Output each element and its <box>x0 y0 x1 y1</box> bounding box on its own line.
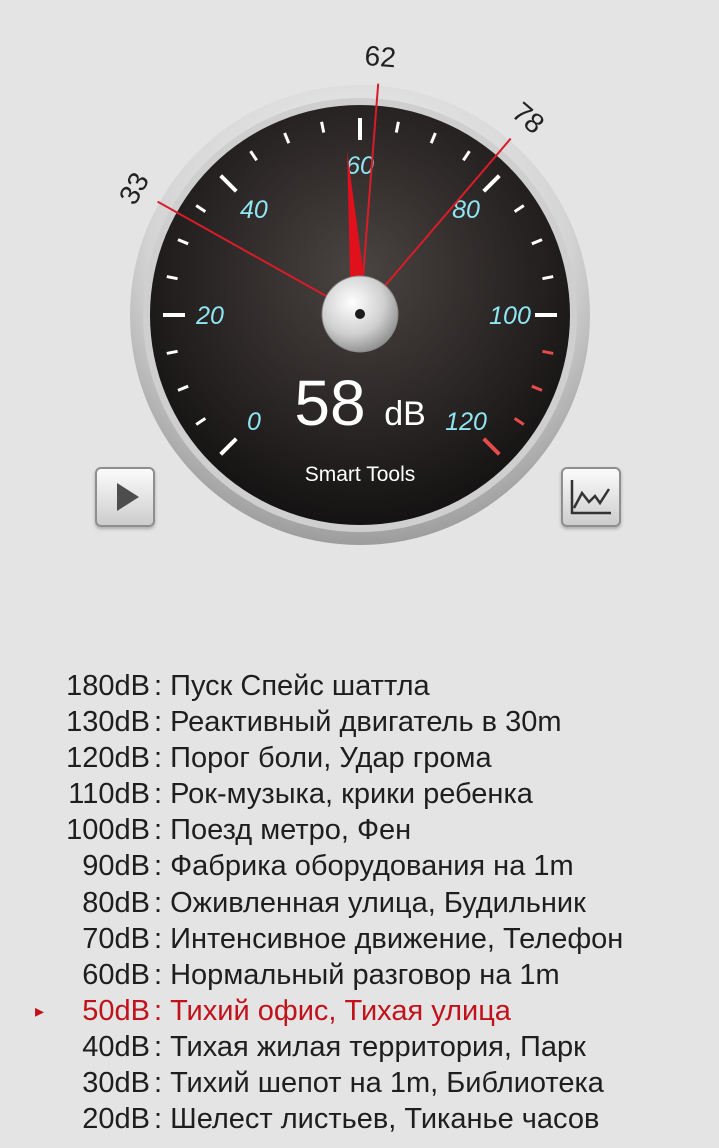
reference-description: : Тихая жилая территория, Парк <box>154 1030 586 1063</box>
reference-db-value: 30dB <box>82 1067 150 1100</box>
reference-row: 30dB: Тихий шепот на 1m, Библиотека <box>0 1065 719 1101</box>
reference-row: 40dB: Тихая жилая территория, Парк <box>0 1029 719 1065</box>
reference-db-value: 120dB <box>66 742 150 775</box>
reference-db-value: 50dB <box>82 994 150 1027</box>
reading-value: 58 <box>294 367 365 439</box>
reference-description: : Порог боли, Удар грома <box>154 742 492 775</box>
reference-db-value: 90dB <box>82 850 150 883</box>
minor-tick <box>394 121 400 133</box>
reference-description: : Тихий офис, Тихая улица <box>154 994 511 1027</box>
reference-row: 60dB: Нормальный разговор на 1m <box>0 957 719 993</box>
min-marker-label: 33 <box>113 167 155 209</box>
reference-description: : Пуск Спейс шаттла <box>154 670 430 702</box>
reference-row: 130dB: Реактивный двигатель в 30m <box>0 704 719 740</box>
scale-label: 0 <box>247 408 261 436</box>
reference-description: : Реактивный двигатель в 30m <box>154 706 562 739</box>
play-icon <box>117 483 139 511</box>
avg-marker-label: 62 <box>364 40 397 73</box>
minor-tick <box>166 275 178 281</box>
reference-row: 180dB: Пуск Спейс шаттла <box>0 668 719 704</box>
scale-label: 100 <box>489 302 531 330</box>
reference-db-value: 40dB <box>82 1030 150 1063</box>
reference-description: : Рок-музыка, крики ребенка <box>154 778 533 811</box>
minor-tick <box>166 349 178 355</box>
reference-description: : Поезд метро, Фен <box>154 814 412 847</box>
reference-db-value: 60dB <box>82 958 150 991</box>
minor-tick <box>542 349 554 355</box>
reference-row-active: ▸ 50dB: Тихий офис, Тихая улица <box>0 993 719 1029</box>
reference-description: : Оживленная улица, Будильник <box>154 886 586 919</box>
reference-description: : Нормальный разговор на 1m <box>154 958 560 991</box>
gauge-hub-center <box>355 309 365 319</box>
max-marker-label: 78 <box>506 96 550 140</box>
reference-db-value: 110dB <box>68 778 150 811</box>
graph-icon <box>570 480 611 515</box>
current-level-marker-icon: ▸ <box>35 1000 45 1021</box>
reference-row: 70dB: Интенсивное движение, Телефон <box>0 921 719 957</box>
brand-label: Smart Tools <box>305 463 416 486</box>
reference-row: 80dB: Оживленная улица, Будильник <box>0 885 719 921</box>
reference-row: 100dB: Поезд метро, Фен <box>0 812 719 848</box>
scale-label: 20 <box>195 302 224 330</box>
reference-description: : Шелест листьев, Тиканье часов <box>154 1103 600 1136</box>
reference-db-value: 100dB <box>66 814 150 847</box>
reading-unit: dB <box>384 395 426 433</box>
sound-meter-gauge: 0 20 40 60 80 100 120 33 62 78 58 dB Smart Tools <box>0 0 719 600</box>
reference-db-value: 130dB <box>66 706 150 739</box>
reference-row: 90dB: Фабрика оборудования на 1m <box>0 848 719 884</box>
scale-label: 80 <box>452 196 480 224</box>
reference-db-value: 80dB <box>82 886 150 919</box>
reference-description: : Фабрика оборудования на 1m <box>154 850 574 883</box>
scale-label: 40 <box>240 196 268 224</box>
reference-description: : Интенсивное движение, Телефон <box>154 922 624 955</box>
reference-db-value: 20dB <box>82 1103 150 1136</box>
graph-button[interactable] <box>561 467 621 527</box>
minor-tick <box>320 121 326 133</box>
reference-db-value: 180dB <box>66 670 150 702</box>
play-button[interactable] <box>95 467 155 527</box>
reference-description: : Тихий шепот на 1m, Библиотека <box>154 1067 604 1100</box>
minor-tick <box>542 275 554 281</box>
reference-row: 20dB: Шелест листьев, Тиканье часов <box>0 1101 719 1137</box>
reference-row: 110dB: Рок-музыка, крики ребенка <box>0 776 719 812</box>
noise-reference-list: 180dB: Пуск Спейс шаттла 130dB: Реактивны… <box>0 668 719 1137</box>
scale-label: 120 <box>445 408 487 436</box>
reference-db-value: 70dB <box>82 922 150 955</box>
reference-row: 120dB: Порог боли, Удар грома <box>0 740 719 776</box>
